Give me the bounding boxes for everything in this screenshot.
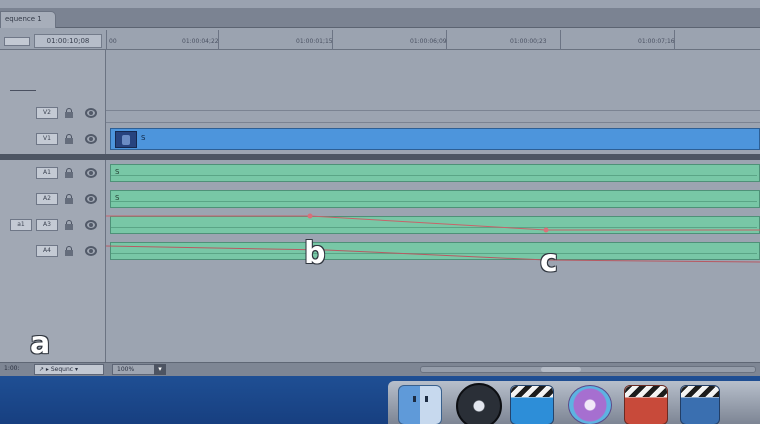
ruler-label: 01:00:00;23: [510, 38, 547, 45]
ruler-tick: [106, 30, 107, 50]
lock-icon[interactable]: [65, 134, 73, 144]
visibility-icon[interactable]: [85, 134, 97, 144]
lock-icon[interactable]: [65, 194, 73, 204]
tab-bar: equence 1: [0, 8, 760, 28]
zoom-field[interactable]: 100%: [112, 364, 156, 375]
callout-b: b: [304, 236, 326, 271]
ruler-label: 01:00:06;09: [410, 38, 447, 45]
timeline-zoom-control[interactable]: [4, 37, 30, 46]
window-top-strip: [0, 0, 760, 8]
callout-c: c: [540, 244, 558, 279]
timeline-bottom-bar: 1:00: ↗ ▸ Sequnc ▾ 100% ▾: [0, 362, 760, 376]
track-label-a3[interactable]: A3: [36, 219, 58, 231]
audible-icon[interactable]: [85, 194, 97, 204]
finder-icon[interactable]: [398, 385, 442, 424]
keyframe-handle[interactable]: [307, 213, 313, 219]
ruler-label: 01:00:07;16: [638, 38, 675, 45]
callout-a: a: [30, 326, 51, 361]
visibility-icon[interactable]: [85, 108, 97, 118]
track-header-column: V2 V1 A1 A2 a1 A3 A4: [0, 50, 106, 362]
current-timecode[interactable]: 01:00:10;08: [34, 34, 102, 48]
horizontal-scrollbar[interactable]: [420, 366, 756, 373]
clapperboard-blue-icon[interactable]: [680, 385, 720, 424]
timeline-track-area[interactable]: S S S: [106, 50, 760, 362]
audible-icon[interactable]: [85, 220, 97, 230]
source-patch-a1[interactable]: a1: [10, 219, 32, 231]
scrollbar-thumb[interactable]: [541, 367, 581, 372]
timeline-ruler[interactable]: 00 01:00:04;22 01:00:01;15 01:00:06;09 0…: [106, 28, 760, 50]
audible-icon[interactable]: [85, 246, 97, 256]
track-label-v2[interactable]: V2: [36, 107, 58, 119]
bottom-left-text: 1:00:: [4, 365, 20, 372]
keyframe-overlay: [106, 213, 760, 263]
volume-rubber-band[interactable]: [106, 215, 760, 231]
track-header-v2: V2: [0, 104, 106, 122]
volume-rubber-band[interactable]: [106, 245, 760, 263]
ruler-label: 01:00:04;22: [182, 38, 219, 45]
lock-icon[interactable]: [65, 220, 73, 230]
lock-icon[interactable]: [65, 168, 73, 178]
keyframe-handle[interactable]: [543, 227, 549, 233]
video-audio-divider[interactable]: [0, 154, 760, 160]
lock-icon[interactable]: [65, 108, 73, 118]
track-label-a1[interactable]: A1: [36, 167, 58, 179]
track-label-v1[interactable]: V1: [36, 133, 58, 145]
clapperboard-icon[interactable]: [510, 385, 554, 424]
track-label-a4[interactable]: A4: [36, 245, 58, 257]
track-header-a4: A4: [0, 242, 106, 260]
track-header-a1: A1: [0, 164, 106, 182]
timeline-ruler-row: 01:00:10;08 00 01:00:04;22 01:00:01;15 0…: [0, 28, 760, 50]
tab-sequence[interactable]: equence 1: [0, 11, 56, 28]
separator-line: [10, 90, 36, 91]
track-header-v1: V1: [0, 130, 106, 148]
track-header-a2: A2: [0, 190, 106, 208]
ruler-label: 00: [109, 38, 117, 45]
dvd-player-icon[interactable]: [456, 383, 502, 424]
desktop-background: [0, 376, 760, 424]
lock-icon[interactable]: [65, 246, 73, 256]
tool-selector-button[interactable]: ↗ ▸ Sequnc ▾: [34, 364, 104, 375]
ruler-tick: [560, 30, 561, 50]
track-label-a2[interactable]: A2: [36, 193, 58, 205]
clapperboard-red-icon[interactable]: [624, 385, 668, 424]
ruler-label: 01:00:01;15: [296, 38, 333, 45]
track-header-a3: a1 A3: [0, 216, 106, 234]
zoom-dropdown-icon[interactable]: ▾: [154, 364, 166, 375]
disc-icon[interactable]: [568, 385, 612, 424]
dock: [388, 381, 760, 424]
audible-icon[interactable]: [85, 168, 97, 178]
